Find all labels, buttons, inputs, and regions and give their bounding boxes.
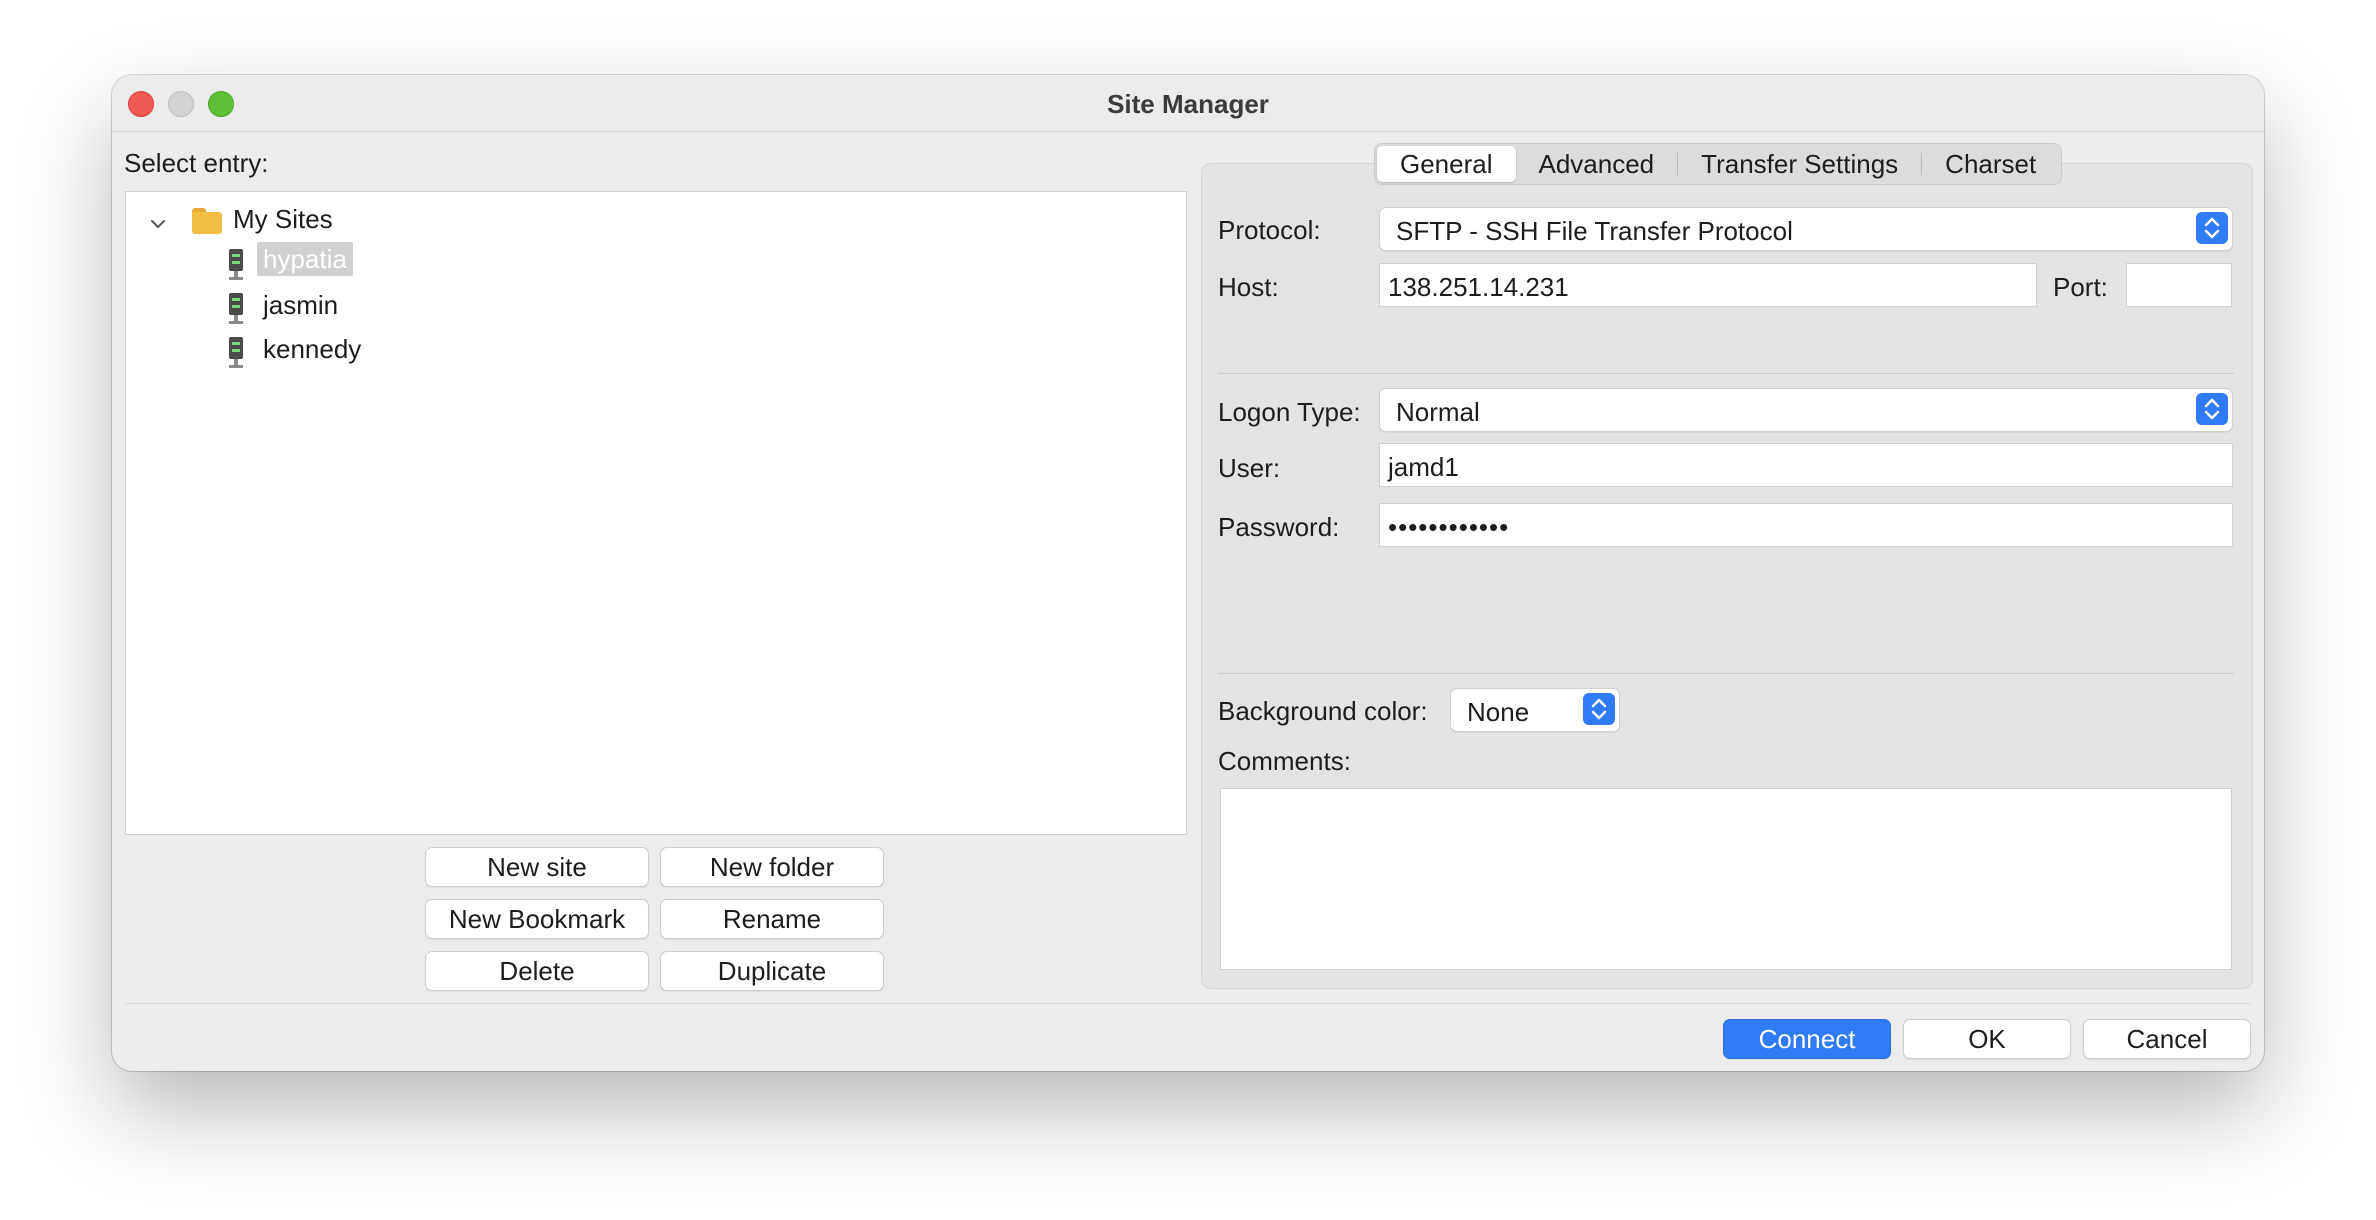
site-manager-window: Site Manager Select entry: My Sites hypa… <box>112 75 2264 1071</box>
footer-divider <box>125 1003 2251 1004</box>
select-entry-label: Select entry: <box>124 148 269 178</box>
folder-icon <box>192 208 222 234</box>
host-label: Host: <box>1218 272 1279 302</box>
comments-textarea[interactable] <box>1220 788 2232 970</box>
section-divider <box>1218 373 2234 374</box>
background-color-select[interactable]: None <box>1450 688 1620 732</box>
section-divider <box>1218 673 2234 674</box>
delete-button[interactable]: Delete <box>425 951 649 991</box>
cancel-button[interactable]: Cancel <box>2083 1019 2251 1059</box>
host-value: 138.251.14.231 <box>1388 272 1569 302</box>
tree-site-label: hypatia <box>257 242 353 276</box>
select-stepper-icon <box>2196 212 2228 244</box>
user-value: jamd1 <box>1388 452 1459 482</box>
server-icon <box>229 293 243 325</box>
duplicate-button[interactable]: Duplicate <box>660 951 884 991</box>
port-label: Port: <box>2053 272 2108 302</box>
ok-button[interactable]: OK <box>1903 1019 2071 1059</box>
user-input[interactable]: jamd1 <box>1379 443 2233 487</box>
background-color-value: None <box>1467 697 1530 727</box>
background-color-label: Background color: <box>1218 696 1428 726</box>
protocol-value: SFTP - SSH File Transfer Protocol <box>1396 216 1793 246</box>
chevron-down-icon[interactable] <box>150 216 166 232</box>
tree-site-hypatia[interactable]: hypatia <box>257 242 353 276</box>
logon-type-label: Logon Type: <box>1218 397 1361 427</box>
server-icon <box>229 337 243 369</box>
tab-charset[interactable]: Charset <box>1922 146 2059 182</box>
rename-button[interactable]: Rename <box>660 899 884 939</box>
password-label: Password: <box>1218 512 1340 542</box>
port-input[interactable] <box>2126 263 2232 307</box>
title-bar: Site Manager <box>112 75 2264 132</box>
tab-transfer-settings[interactable]: Transfer Settings <box>1678 146 1921 182</box>
new-site-button[interactable]: New site <box>425 847 649 887</box>
window-title: Site Manager <box>1107 89 1269 119</box>
logon-type-select[interactable]: Normal <box>1379 388 2233 432</box>
connect-button[interactable]: Connect <box>1723 1019 1891 1059</box>
server-icon <box>229 249 243 281</box>
site-tree[interactable]: My Sites hypatia jasmin kennedy <box>125 191 1187 835</box>
tab-general[interactable]: General <box>1377 146 1516 182</box>
tree-site-jasmin[interactable]: jasmin <box>263 290 338 321</box>
tab-advanced[interactable]: Advanced <box>1516 146 1678 182</box>
tree-root-my-sites[interactable]: My Sites <box>233 204 333 235</box>
protocol-label: Protocol: <box>1218 215 1321 245</box>
protocol-select[interactable]: SFTP - SSH File Transfer Protocol <box>1379 207 2233 251</box>
settings-tabs: General Advanced Transfer Settings Chars… <box>1374 143 2063 185</box>
password-value: •••••••••••• <box>1388 512 1510 542</box>
new-folder-button[interactable]: New folder <box>660 847 884 887</box>
user-label: User: <box>1218 453 1281 483</box>
comments-label: Comments: <box>1218 746 1351 776</box>
new-bookmark-button[interactable]: New Bookmark <box>425 899 649 939</box>
select-stepper-icon <box>1583 693 1615 725</box>
logon-type-value: Normal <box>1396 397 1480 427</box>
select-stepper-icon <box>2196 393 2228 425</box>
tree-site-kennedy[interactable]: kennedy <box>263 334 361 365</box>
host-input[interactable]: 138.251.14.231 <box>1379 263 2037 307</box>
password-input[interactable]: •••••••••••• <box>1379 503 2233 547</box>
